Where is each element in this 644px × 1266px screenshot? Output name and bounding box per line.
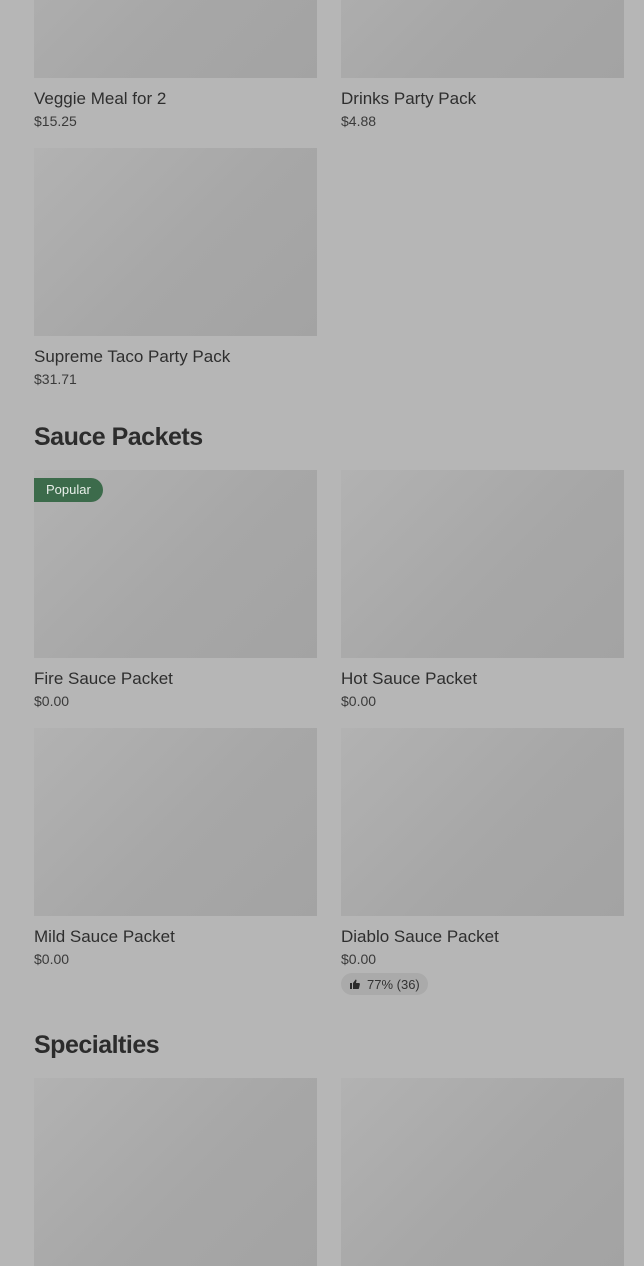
rating-badge: 77% (36): [341, 973, 428, 995]
menu-item-card[interactable]: Drinks Party Pack $4.88: [341, 0, 624, 129]
item-image[interactable]: [34, 1078, 317, 1266]
section-title-specialties: Specialties: [34, 1031, 160, 1059]
menu-item-card[interactable]: Mild Sauce Packet $0.00: [34, 728, 317, 967]
item-image[interactable]: [34, 0, 317, 78]
item-image[interactable]: [34, 728, 317, 916]
item-name: Veggie Meal for 2: [34, 89, 167, 108]
item-price: $0.00: [341, 693, 377, 709]
item-price: $31.71: [34, 371, 77, 387]
item-name: Supreme Taco Party Pack: [34, 347, 231, 366]
item-name: Diablo Sauce Packet: [341, 927, 499, 946]
item-price: $0.00: [341, 951, 377, 967]
menu-item-card[interactable]: Veggie Meal for 2 $15.25: [34, 0, 317, 129]
menu-item-card[interactable]: [341, 1078, 624, 1266]
menu-item-card[interactable]: [34, 1078, 317, 1266]
item-price: $0.00: [34, 951, 70, 967]
item-price: $15.25: [34, 113, 77, 129]
item-image[interactable]: [341, 728, 624, 916]
item-name: Fire Sauce Packet: [34, 669, 173, 688]
item-image[interactable]: [34, 148, 317, 336]
item-image[interactable]: Popular: [34, 470, 317, 658]
item-image[interactable]: [341, 0, 624, 78]
item-image[interactable]: [341, 470, 624, 658]
menu-item-card[interactable]: Popular Fire Sauce Packet $0.00: [34, 470, 317, 709]
menu-item-card[interactable]: Diablo Sauce Packet $0.00 77% (36): [341, 728, 624, 995]
section-title-sauce-packets: Sauce Packets: [34, 423, 203, 451]
item-name: Hot Sauce Packet: [341, 669, 478, 688]
menu-item-card[interactable]: Supreme Taco Party Pack $31.71: [34, 148, 317, 387]
rating-text: 77% (36): [367, 976, 420, 992]
thumbs-up-icon: [350, 979, 360, 989]
popular-badge: Popular: [34, 478, 103, 502]
item-name: Mild Sauce Packet: [34, 927, 175, 946]
menu-item-card[interactable]: Hot Sauce Packet $0.00: [341, 470, 624, 709]
item-price: $0.00: [34, 693, 70, 709]
item-image[interactable]: [341, 1078, 624, 1266]
item-name: Drinks Party Pack: [341, 89, 477, 108]
item-price: $4.88: [341, 113, 377, 129]
